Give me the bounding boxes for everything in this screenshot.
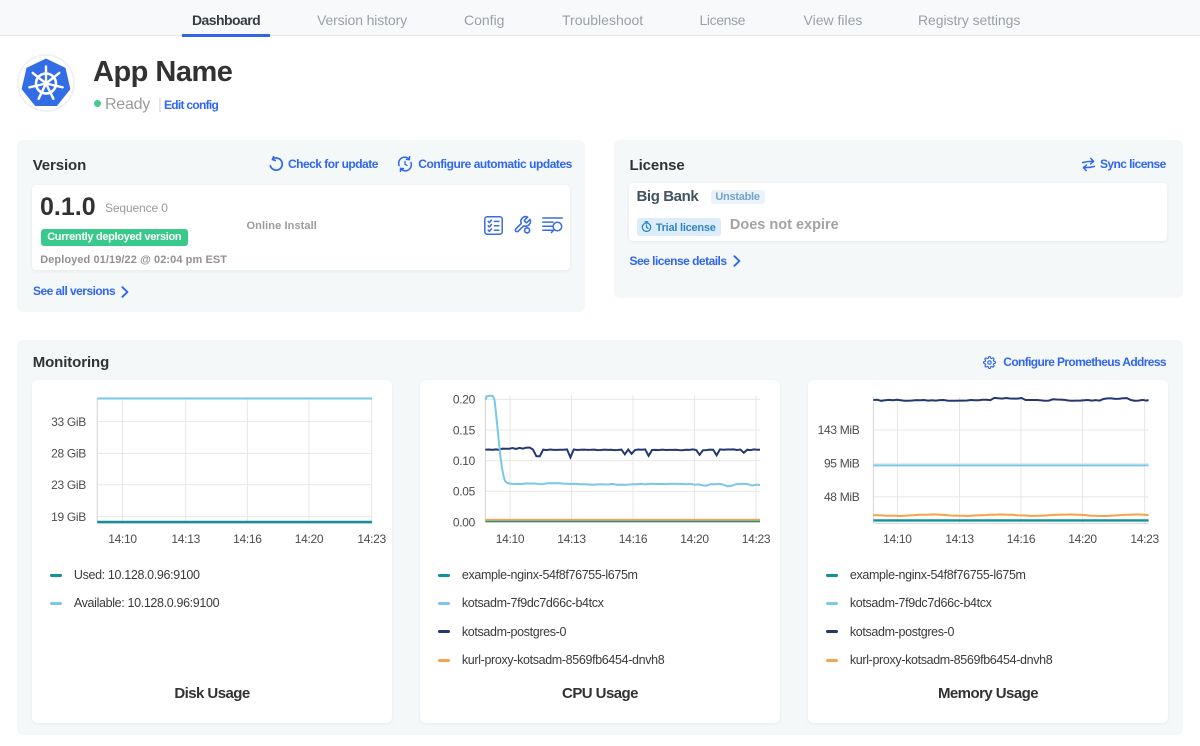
svg-text:14:16: 14:16 — [233, 532, 262, 546]
svg-text:0.20: 0.20 — [453, 393, 476, 407]
svg-text:143 MiB: 143 MiB — [818, 423, 860, 437]
svg-text:19 GiB: 19 GiB — [51, 510, 86, 524]
svg-text:14:23: 14:23 — [1130, 532, 1159, 546]
svg-text:14:23: 14:23 — [742, 532, 771, 546]
svg-text:14:10: 14:10 — [883, 532, 912, 546]
svg-text:14:10: 14:10 — [496, 532, 525, 546]
svg-text:14:13: 14:13 — [557, 532, 586, 546]
svg-text:14:16: 14:16 — [619, 532, 648, 546]
svg-text:95 MiB: 95 MiB — [824, 457, 860, 471]
svg-text:14:20: 14:20 — [1068, 532, 1097, 546]
svg-text:14:10: 14:10 — [108, 532, 137, 546]
svg-text:33 GiB: 33 GiB — [51, 415, 86, 429]
svg-text:14:13: 14:13 — [945, 532, 974, 546]
svg-text:0.10: 0.10 — [453, 454, 476, 468]
svg-text:0.15: 0.15 — [453, 423, 476, 437]
svg-text:14:13: 14:13 — [171, 532, 200, 546]
svg-text:0.05: 0.05 — [453, 485, 476, 499]
svg-text:14:23: 14:23 — [357, 532, 386, 546]
svg-text:48 MiB: 48 MiB — [824, 490, 860, 504]
svg-text:14:20: 14:20 — [680, 532, 709, 546]
svg-text:23 GiB: 23 GiB — [51, 478, 86, 492]
svg-text:14:20: 14:20 — [295, 532, 324, 546]
svg-text:0.00: 0.00 — [453, 515, 476, 529]
svg-text:28 GiB: 28 GiB — [51, 447, 86, 461]
svg-text:14:16: 14:16 — [1007, 532, 1036, 546]
